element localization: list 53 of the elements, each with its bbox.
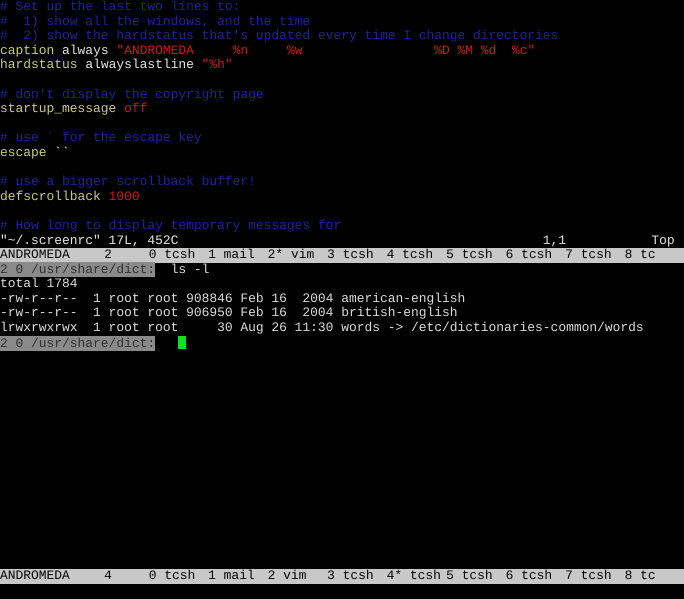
shell-prompt: 2 0 /usr/share/dict: <box>0 336 156 351</box>
code-comment: # Set up the last two lines to: <box>0 0 240 14</box>
window-entry[interactable]: 3 tcsh <box>327 569 387 584</box>
config-keyword: escape <box>0 144 47 160</box>
output-line: lrwxrwxrwx 1 root root 30 Aug 26 11:30 words -> /etc/dictionaries-common/words <box>0 320 644 336</box>
window-entry[interactable]: 0 tcsh <box>148 248 208 263</box>
window-entry[interactable]: 0 tcsh <box>148 569 208 584</box>
window-entry[interactable]: 8 tc <box>624 248 684 263</box>
shell-prompt: 2 0 /usr/share/dict: <box>0 262 156 277</box>
output-line: total 1784 <box>0 276 78 292</box>
window-entry[interactable]: 5 tcsh <box>446 248 506 263</box>
file-info: "~/.screenrc" 17L, 452C <box>0 234 180 248</box>
cursor-position: 1,1 <box>542 234 568 248</box>
config-keyword: defscrollback <box>0 188 101 204</box>
code-comment: # 1) show all the windows, and the time <box>0 14 310 29</box>
config-value: always <box>62 42 109 58</box>
window-entry[interactable]: 4 tcsh <box>386 248 446 263</box>
window-entry[interactable]: 1 mail <box>208 248 268 263</box>
current-window-number: 2 <box>104 248 113 263</box>
window-entry[interactable]: 3 tcsh <box>327 248 387 263</box>
window-entry[interactable]: 4* tcsh <box>386 569 446 584</box>
code-comment: # don't display the copyright page <box>0 86 264 102</box>
window-entry[interactable]: 7 tcsh <box>565 248 625 263</box>
output-line: -rw-r--r-- 1 root root 908846 Feb 16 2004 american-english <box>0 290 466 306</box>
shell-command: ls -l <box>170 262 210 277</box>
config-string: 1000 <box>108 188 140 204</box>
scroll-position: Top <box>651 234 675 248</box>
window-entry[interactable]: 2* vim <box>268 248 328 263</box>
active-window-marker: * <box>275 247 284 262</box>
config-string: "%h" <box>202 57 233 72</box>
active-window-marker: * <box>394 568 402 584</box>
window-entry[interactable]: 1 mail <box>208 569 268 584</box>
code-comment: # How long to display temporary messages for <box>0 218 342 233</box>
window-entry[interactable]: 5 tcsh <box>446 569 506 584</box>
window-entry[interactable]: 7 tcsh <box>565 569 625 584</box>
config-keyword: caption <box>0 42 54 58</box>
output-line: -rw-r--r-- 1 root root 906950 Feb 16 2004 british-english <box>0 305 458 320</box>
window-entry[interactable]: 6 tcsh <box>506 569 566 584</box>
config-value: `` <box>54 144 70 160</box>
config-keyword: startup_message <box>0 101 116 116</box>
config-keyword: hardstatus <box>0 57 78 72</box>
code-comment: # use a bigger scrollback buffer! <box>0 174 256 190</box>
code-comment: # use ` for the escape key <box>0 130 202 146</box>
window-entry[interactable]: 8 tc <box>624 569 684 584</box>
host-name: ANDROMEDA <box>0 248 71 263</box>
window-entry[interactable]: 2 vim <box>268 569 328 584</box>
host-name: ANDROMEDA <box>0 569 71 584</box>
window-entry[interactable]: 6 tcsh <box>506 248 566 263</box>
current-window-number: 4 <box>104 569 113 584</box>
config-string: off <box>124 101 148 116</box>
config-string: "ANDROMEDA %n %w %D %M %d %c" <box>116 42 536 58</box>
code-comment: # 2) show the hardstatus that's updated every time I change directories <box>0 28 558 44</box>
config-value: alwayslastline <box>85 57 194 72</box>
